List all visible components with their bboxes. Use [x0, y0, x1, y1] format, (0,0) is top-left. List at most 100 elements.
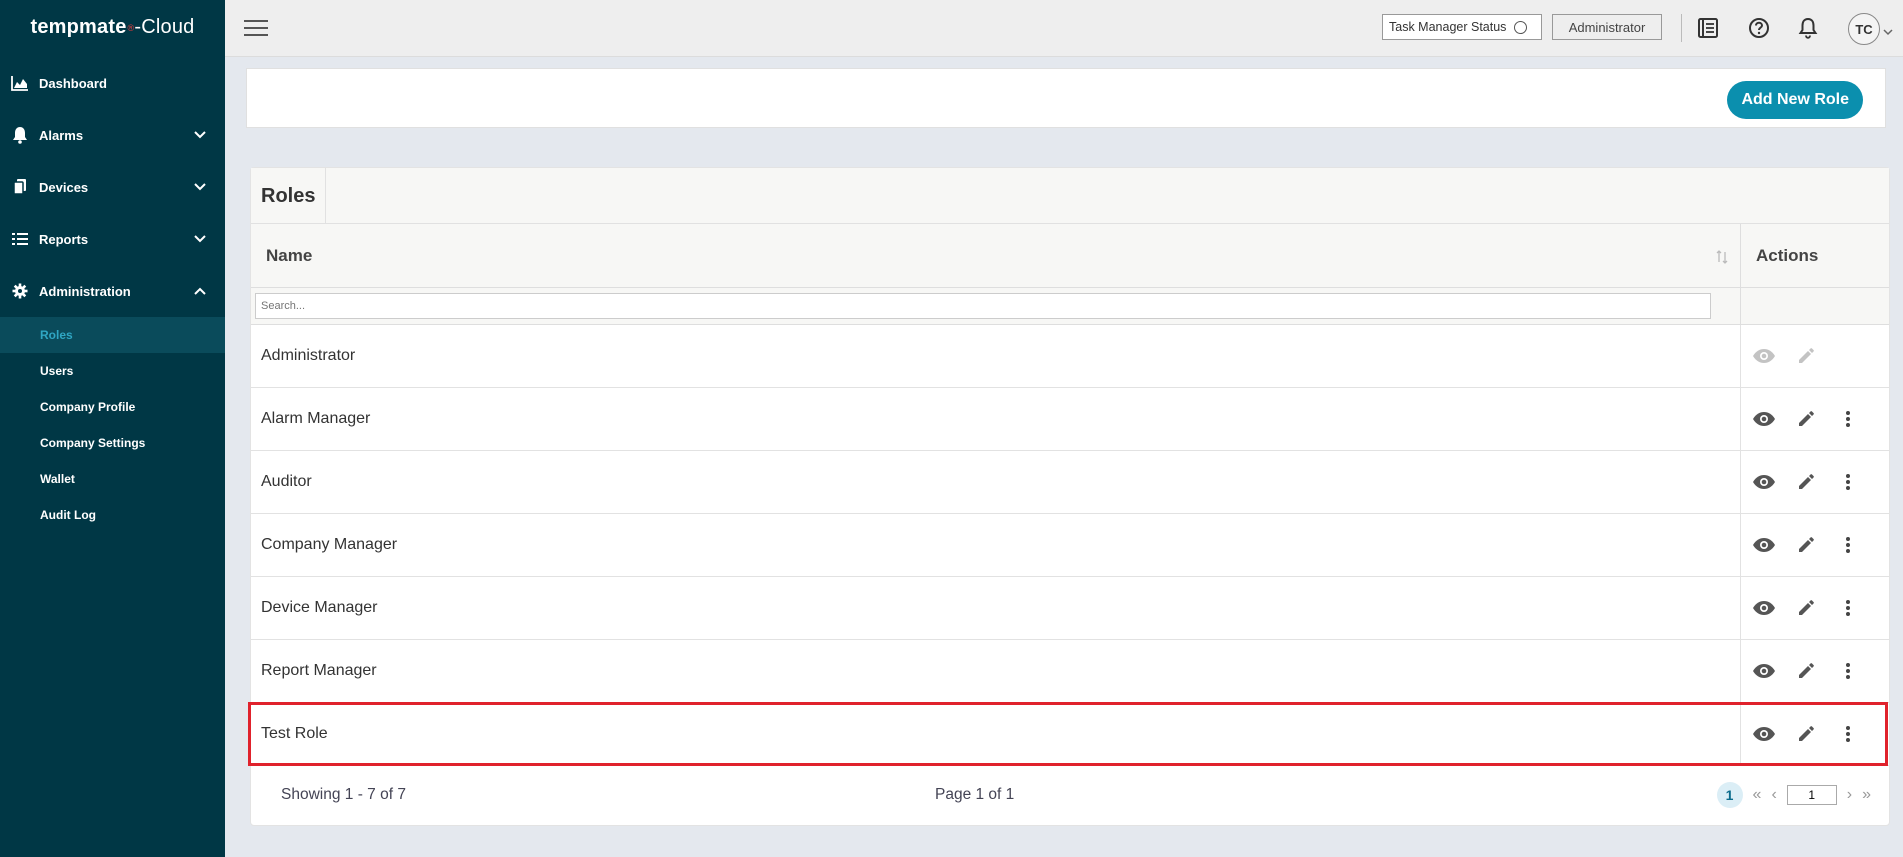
more-options-icon[interactable]	[1835, 658, 1861, 684]
row-actions	[1741, 514, 1889, 576]
row-actions	[1741, 451, 1889, 513]
avatar[interactable]: TC	[1848, 13, 1880, 45]
row-actions	[1741, 577, 1889, 639]
more-options-icon[interactable]	[1835, 406, 1861, 432]
add-new-role-button[interactable]: Add New Role	[1727, 81, 1863, 119]
sidebar-item-users[interactable]: Users	[0, 353, 225, 389]
edit-pencil-icon[interactable]	[1793, 406, 1819, 432]
view-eye-icon	[1751, 343, 1777, 369]
view-eye-icon[interactable]	[1751, 721, 1777, 747]
role-name: Company Manager	[251, 514, 1741, 576]
gear-icon	[10, 281, 30, 301]
chevron-down-icon[interactable]	[1883, 23, 1893, 36]
nav-label: Administration	[39, 283, 131, 299]
nav-alarms[interactable]: Alarms	[0, 109, 225, 161]
edit-pencil-icon	[1793, 343, 1819, 369]
table-row: Device Manager	[251, 577, 1889, 640]
help-icon[interactable]	[1746, 15, 1772, 41]
edit-pencil-icon[interactable]	[1793, 658, 1819, 684]
page-input[interactable]	[1786, 785, 1837, 805]
chevron-up-icon	[193, 284, 207, 298]
nav-administration[interactable]: Administration	[0, 265, 225, 317]
pagination: 1 « ‹ › »	[1716, 782, 1871, 808]
role-name: Report Manager	[251, 640, 1741, 702]
hamburger-menu-icon[interactable]	[244, 20, 268, 38]
nav-devices[interactable]: Devices	[0, 161, 225, 213]
prev-page-button[interactable]: ‹	[1771, 786, 1776, 804]
view-eye-icon[interactable]	[1751, 658, 1777, 684]
status-circle-icon	[1514, 20, 1528, 34]
roles-card: Roles Name Actions AdministratorAlarm Ma…	[250, 167, 1890, 826]
nav-dashboard[interactable]: Dashboard	[0, 57, 225, 109]
table-row: Test Role	[251, 703, 1889, 766]
column-header-label: Name	[266, 245, 313, 265]
divider	[1681, 14, 1682, 42]
role-name: Administrator	[251, 325, 1741, 387]
logo-suffix: -Cloud	[134, 16, 195, 38]
row-actions	[1741, 640, 1889, 702]
action-panel: Add New Role	[246, 68, 1886, 128]
row-actions	[1741, 388, 1889, 450]
more-options-icon[interactable]	[1835, 532, 1861, 558]
table-footer: Showing 1 - 7 of 7 Page 1 of 1 1 « ‹ › »	[251, 766, 1889, 824]
sidebar-item-audit-log[interactable]: Audit Log	[0, 497, 225, 533]
edit-pencil-icon[interactable]	[1793, 721, 1819, 747]
card-header: Roles	[251, 168, 1889, 224]
sidebar-item-roles[interactable]: Roles	[0, 317, 225, 353]
next-page-button[interactable]: ›	[1847, 786, 1852, 804]
nav-reports[interactable]: Reports	[0, 213, 225, 265]
guide-book-icon[interactable]	[1695, 15, 1721, 41]
role-name: Test Role	[251, 703, 1741, 765]
more-options-icon[interactable]	[1835, 469, 1861, 495]
table-row: Report Manager	[251, 640, 1889, 703]
column-header-name[interactable]: Name	[251, 224, 1741, 287]
edit-pencil-icon[interactable]	[1793, 595, 1819, 621]
table-row: Auditor	[251, 451, 1889, 514]
nav-label: Devices	[39, 179, 89, 195]
nav-label: Alarms	[39, 127, 84, 143]
row-actions	[1741, 703, 1889, 765]
task-manager-status[interactable]: Task Manager Status	[1382, 14, 1542, 40]
first-page-button[interactable]: «	[1753, 786, 1762, 804]
list-icon	[10, 229, 30, 249]
sort-icon[interactable]	[1716, 249, 1728, 264]
chart-area-icon	[10, 73, 30, 93]
sidebar: tempmate ® -Cloud Dashboard Alarms Devices…	[0, 0, 225, 857]
devices-icon	[10, 177, 30, 197]
filter-row	[251, 288, 1889, 325]
view-eye-icon[interactable]	[1751, 532, 1777, 558]
filter-cell-empty	[1741, 288, 1889, 324]
showing-count: Showing 1 - 7 of 7	[281, 786, 406, 803]
search-input[interactable]	[255, 293, 1711, 319]
page-number-button[interactable]: 1	[1716, 782, 1743, 808]
table-row: Administrator	[251, 325, 1889, 388]
table-body: Administrator Alarm Manager Auditor Company…	[251, 325, 1889, 766]
edit-pencil-icon[interactable]	[1793, 532, 1819, 558]
bell-icon[interactable]	[1795, 15, 1821, 41]
nav-label: Reports	[39, 231, 89, 247]
view-eye-icon[interactable]	[1751, 406, 1777, 432]
table-row: Company Manager	[251, 514, 1889, 577]
page-of: Page 1 of 1	[935, 786, 1015, 803]
task-manager-label: Task Manager Status	[1389, 20, 1507, 34]
table-row: Alarm Manager	[251, 388, 1889, 451]
column-header-actions: Actions	[1756, 245, 1819, 265]
sidebar-item-wallet[interactable]: Wallet	[0, 461, 225, 497]
role-button[interactable]: Administrator	[1552, 14, 1662, 40]
edit-pencil-icon[interactable]	[1793, 469, 1819, 495]
table-header: Name Actions	[251, 224, 1889, 288]
logo-text: tempmate	[30, 16, 127, 38]
more-options-icon[interactable]	[1835, 595, 1861, 621]
topbar: Task Manager Status Administrator TC	[225, 0, 1903, 57]
chevron-down-icon	[193, 180, 207, 194]
last-page-button[interactable]: »	[1862, 786, 1871, 804]
role-name: Alarm Manager	[251, 388, 1741, 450]
more-options-icon[interactable]	[1835, 721, 1861, 747]
logo[interactable]: tempmate ® -Cloud	[0, 0, 225, 55]
row-actions	[1741, 325, 1889, 387]
view-eye-icon[interactable]	[1751, 469, 1777, 495]
sidebar-item-company-settings[interactable]: Company Settings	[0, 425, 225, 461]
sidebar-item-company-profile[interactable]: Company Profile	[0, 389, 225, 425]
view-eye-icon[interactable]	[1751, 595, 1777, 621]
logo-mark: ®	[127, 22, 135, 33]
